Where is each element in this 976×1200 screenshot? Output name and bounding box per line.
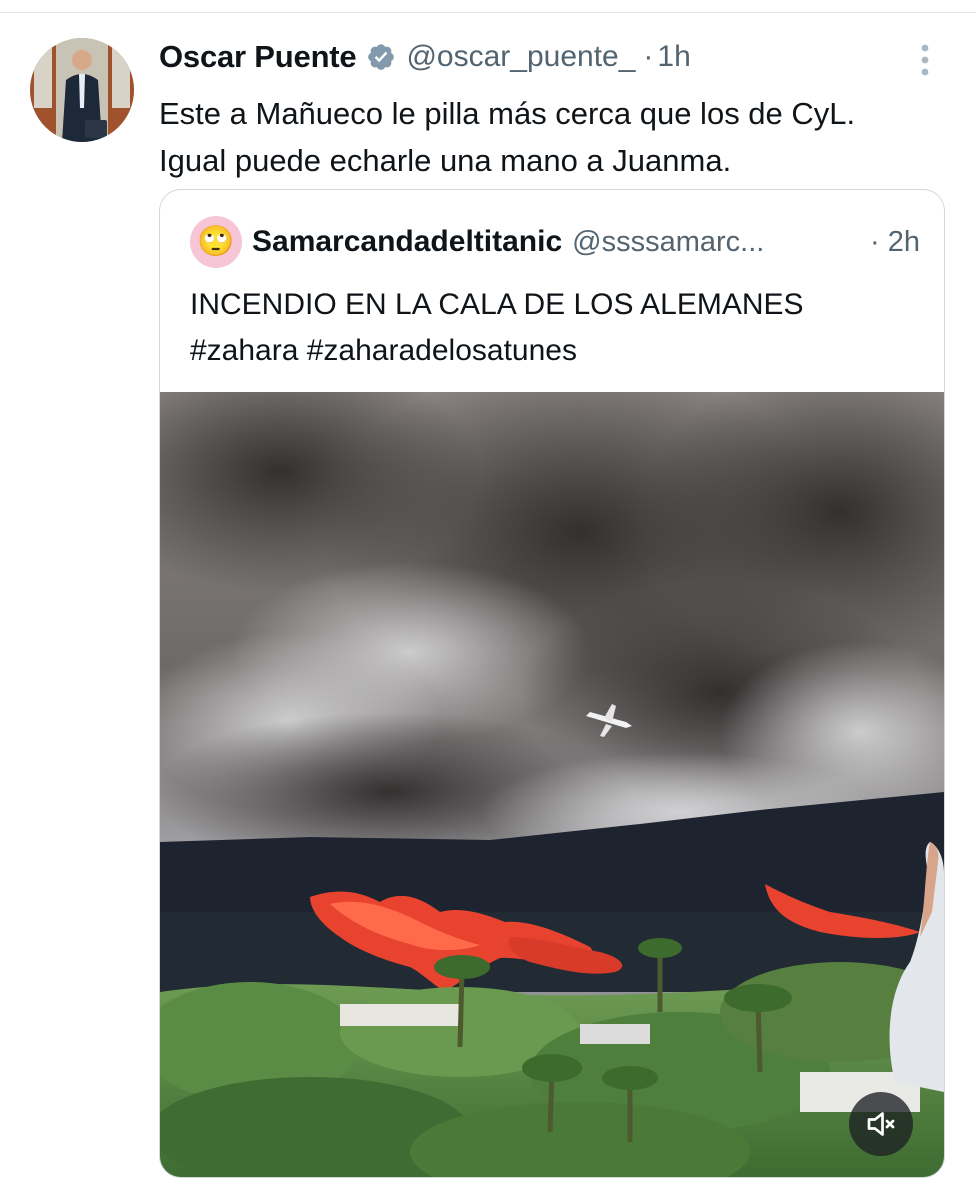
quoted-text-line: #zahara #zaharadelosatunes <box>190 334 577 367</box>
quoted-author-handle[interactable]: @ssssamarc... <box>572 226 764 259</box>
quoted-tweet-card[interactable]: 🙄 Samarcandadeltitanic @ssssamarc... · 2… <box>159 189 945 1178</box>
author-avatar[interactable] <box>30 38 134 142</box>
separator-dot: · <box>870 225 880 258</box>
quoted-video-media[interactable] <box>160 392 944 1177</box>
eye-roll-emoji-icon: 🙄 <box>197 225 235 258</box>
quoted-tweet-text: INCENDIO EN LA CALA DE LOS ALEMANES #zah… <box>190 282 804 374</box>
author-handle[interactable]: @oscar_puente_ <box>406 40 635 74</box>
quoted-tweet-timestamp[interactable]: · 2h <box>870 226 920 259</box>
quoted-author-name[interactable]: Samarcandadeltitanic <box>252 225 562 259</box>
tweet-text-line: Este a Mañueco le pilla más cerca que lo… <box>159 96 856 131</box>
tweet-text: Este a Mañueco le pilla más cerca que lo… <box>159 90 949 184</box>
mute-toggle-button[interactable] <box>849 1092 913 1156</box>
quoted-tweet-header: 🙄 Samarcandadeltitanic @ssssamarc... · 2… <box>190 216 920 268</box>
tweet-text-line: Igual puede echarle una mano a Juanma. <box>159 143 732 178</box>
quoted-author-avatar[interactable]: 🙄 <box>190 216 242 268</box>
more-vertical-icon[interactable] <box>915 42 935 78</box>
quoted-time-value: 2h <box>887 225 920 258</box>
author-name[interactable]: Oscar Puente <box>159 39 357 75</box>
wildfire-video-frame <box>160 392 944 1177</box>
tweet[interactable]: Oscar Puente @oscar_puente_ · 1h Este a … <box>0 0 976 1200</box>
separator-dot: · <box>643 40 654 73</box>
tweet-header: Oscar Puente @oscar_puente_ · 1h <box>159 36 691 78</box>
speaker-muted-icon <box>863 1106 899 1142</box>
verified-badge-icon <box>366 42 396 72</box>
quoted-text-line: INCENDIO EN LA CALA DE LOS ALEMANES <box>190 288 804 321</box>
tweet-timestamp[interactable]: 1h <box>657 40 690 74</box>
